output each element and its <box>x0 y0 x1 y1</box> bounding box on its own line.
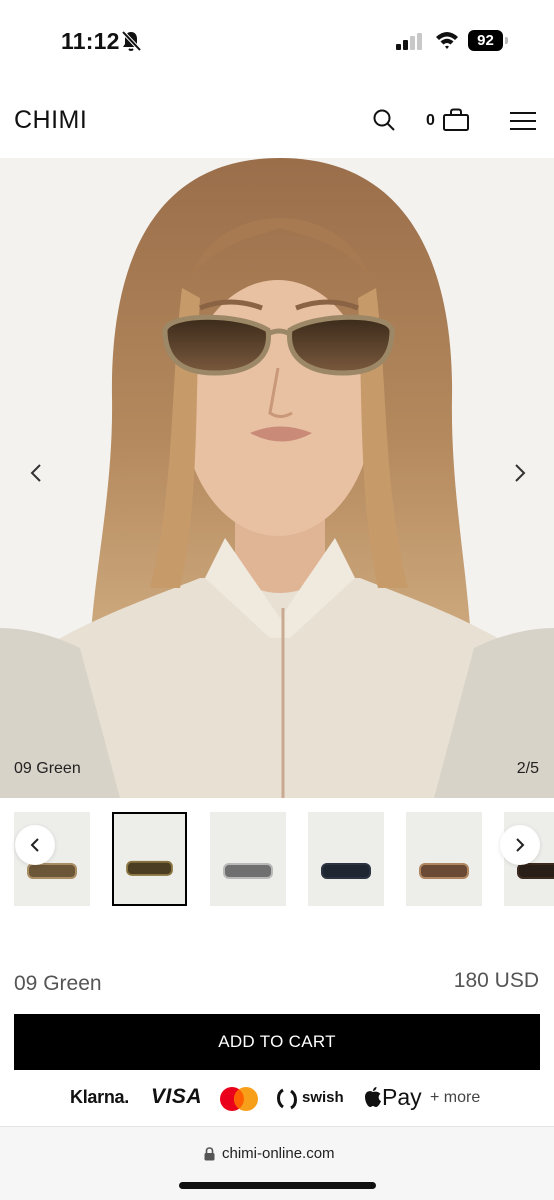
status-bar: 11:12 92 <box>0 0 554 80</box>
payment-methods: Klarna. VISA swish Pay + more <box>0 1084 554 1114</box>
thumbnail-prev-button[interactable] <box>15 825 55 865</box>
battery-indicator: 92 <box>468 30 508 52</box>
thumbnail-4[interactable] <box>308 812 384 906</box>
chevron-left-icon <box>30 838 39 852</box>
cart-button[interactable]: 0 <box>426 108 472 134</box>
site-header: CHIMI 0 <box>0 80 554 158</box>
home-indicator[interactable] <box>179 1182 376 1189</box>
product-hero-gallery[interactable]: 09 Green 2/5 <box>0 158 554 798</box>
hero-next-chevron-icon[interactable] <box>506 458 536 488</box>
silent-bell-icon <box>121 30 141 52</box>
visa-logo: VISA <box>151 1085 203 1108</box>
more-payments-link[interactable]: + more <box>430 1089 480 1107</box>
battery-level: 92 <box>468 30 503 51</box>
cart-count: 0 <box>426 112 435 129</box>
model-wearing-sunglasses-image <box>0 158 554 798</box>
lock-icon <box>204 1147 215 1161</box>
thumbnail-next-button[interactable] <box>500 825 540 865</box>
brand-logo[interactable]: CHIMI <box>14 106 87 135</box>
search-icon[interactable] <box>372 108 396 132</box>
status-time: 11:12 <box>61 28 120 54</box>
hamburger-menu-icon[interactable] <box>510 110 536 132</box>
product-price: 180 USD <box>453 969 539 992</box>
chevron-right-icon <box>516 838 525 852</box>
thumbnail-3[interactable] <box>210 812 286 906</box>
apple-icon <box>365 1087 381 1107</box>
thumbnail-5[interactable] <box>406 812 482 906</box>
url-text[interactable]: chimi-online.com <box>222 1145 335 1162</box>
cellular-signal-icon <box>396 33 422 50</box>
thumbnail-strip <box>0 812 554 906</box>
klarna-logo: Klarna. <box>70 1087 129 1107</box>
wifi-icon <box>436 32 458 49</box>
hero-variant-label: 09 Green <box>14 760 81 777</box>
hero-slide-counter: 2/5 <box>516 760 539 777</box>
add-to-cart-button[interactable]: ADD TO CART <box>14 1014 540 1070</box>
battery-tip <box>505 37 508 44</box>
thumbnail-2-selected[interactable] <box>112 812 187 906</box>
product-name: 09 Green <box>14 972 102 995</box>
apple-pay-label: Pay <box>382 1084 422 1110</box>
swish-label: swish <box>302 1089 344 1106</box>
mastercard-icon <box>220 1087 258 1111</box>
browser-address-bar[interactable]: chimi-online.com <box>0 1126 554 1200</box>
swish-icon <box>277 1088 297 1110</box>
shopping-bag-icon <box>443 108 469 131</box>
hero-prev-chevron-icon[interactable] <box>22 458 52 488</box>
